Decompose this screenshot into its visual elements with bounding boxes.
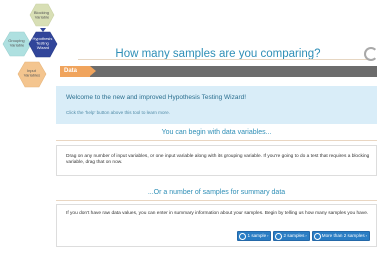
hex-nav: Blocking Variable Grouping Variable Hypo… xyxy=(2,3,58,88)
one-sample-button[interactable]: 1 sample › xyxy=(237,231,272,241)
loading-icon xyxy=(364,47,377,61)
step-data-tab[interactable]: Data xyxy=(60,66,90,77)
section-data-heading: You can begin with data variables... xyxy=(161,129,272,136)
section-summary-rule xyxy=(56,200,377,201)
section-data-rule xyxy=(56,140,377,141)
welcome-title: Welcome to the new and improved Hypothes… xyxy=(66,94,247,101)
more-than-two-samples-button[interactable]: More than 2 samples › xyxy=(311,231,370,241)
wizard-arrow-icon xyxy=(40,28,46,32)
step-bar xyxy=(60,66,377,77)
section-summary-heading: ...Or a number of samples for summary da… xyxy=(147,189,286,196)
radio-icon xyxy=(239,232,247,240)
hex-input-variables[interactable]: Input Variables xyxy=(17,61,47,88)
data-instructions: Drag on any number of input variables, o… xyxy=(66,154,370,165)
chevron-right-icon: › xyxy=(267,233,269,238)
title-underline xyxy=(78,59,368,60)
hex-blocking-variable[interactable]: Blocking Variable xyxy=(29,3,55,27)
hex-grouping-variable[interactable]: Grouping Variable xyxy=(2,31,32,57)
welcome-panel: Welcome to the new and improved Hypothes… xyxy=(56,86,377,124)
summary-panel: If you don't have raw data values, you c… xyxy=(56,204,377,247)
step-arrow-icon xyxy=(90,66,96,76)
two-samples-button[interactable]: 2 samples › xyxy=(273,231,310,241)
chevron-right-icon: › xyxy=(305,233,307,238)
sample-buttons: 1 sample › 2 samples › More than 2 sampl… xyxy=(237,231,370,241)
hex-hypothesis-testing-wizard[interactable]: Hypothesis Testing Wizard xyxy=(28,28,58,58)
radio-icon xyxy=(275,232,283,240)
data-drop-panel[interactable]: Drag on any number of input variables, o… xyxy=(56,145,377,176)
welcome-subtitle: Click the 'help' button above this tool … xyxy=(66,110,170,115)
radio-icon xyxy=(313,232,321,240)
chevron-right-icon: › xyxy=(365,233,367,238)
summary-instructions: If you don't have raw data values, you c… xyxy=(66,211,369,216)
hex-blocking-label: Blocking Variable xyxy=(34,10,50,20)
hex-grouping-label: Grouping Variable xyxy=(8,38,26,48)
